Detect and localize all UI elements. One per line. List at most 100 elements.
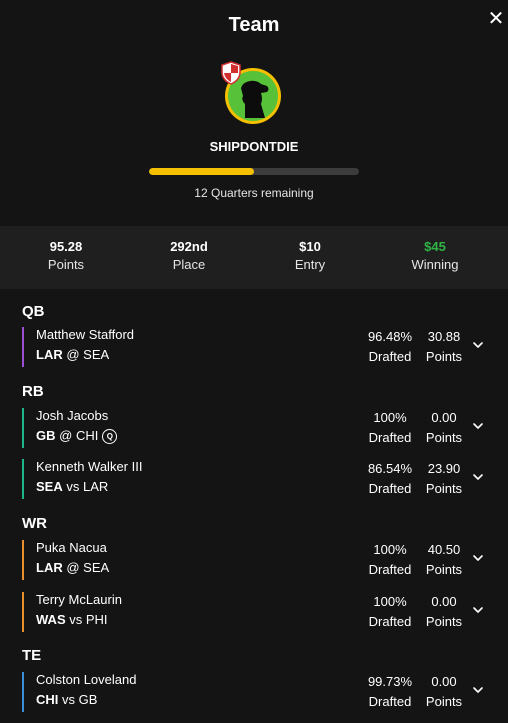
player-name: Josh Jacobs [36,408,109,423]
progress-fill [149,168,254,175]
points-label: Points [425,349,463,364]
position-color-bar [22,672,24,712]
opponent-team: GB [78,692,98,707]
player-matchup: LAR @ SEA [36,347,109,363]
drafted-value: 86.54% [367,461,413,476]
player-name: Puka Nacua [36,540,107,555]
section-title-qb: QB [22,303,45,320]
player-team: CHI [36,692,59,707]
drafted-column: 100% Drafted [360,408,420,448]
matchup-separator: vs [69,612,83,627]
position-color-bar [22,408,24,448]
stat-label: Winning [411,257,459,272]
section-title-te: TE [22,647,42,664]
player-row[interactable]: Colston Loveland CHI vs GB 99.73% Drafted… [22,672,498,712]
points-value: 0.00 [431,674,457,689]
player-name: Colston Loveland [36,672,137,687]
points-label: Points [425,481,463,496]
chevron-down-icon[interactable] [470,337,486,353]
chevron-down-icon[interactable] [470,682,486,698]
drafted-column: 99.73% Drafted [360,672,420,712]
points-value: 23.90 [427,461,461,476]
stat-value: $10 [299,239,321,254]
points-value: 40.50 [427,542,461,557]
drafted-label: Drafted [368,614,412,629]
matchup-separator: @ [66,347,80,362]
drafted-label: Drafted [368,694,412,709]
points-label: Points [425,430,463,445]
player-team: GB [36,428,56,443]
team-name: SHIPDONTDIE [209,139,299,154]
stat-value: 95.28 [49,239,83,254]
player-team: WAS [36,612,66,627]
opponent-team: PHI [85,612,108,627]
opponent-team: CHI [75,428,99,443]
player-matchup: GB @ CHI Q [36,428,118,444]
player-team: LAR [36,560,63,575]
drafted-label: Drafted [368,430,412,445]
player-name: Kenneth Walker III [36,459,143,474]
drafted-column: 86.54% Drafted [360,459,420,499]
stat-value: 292nd [170,239,208,254]
points-label: Points [425,694,463,709]
player-team: LAR [36,347,63,362]
player-row[interactable]: Josh Jacobs GB @ CHI Q 100% Drafted 0.00 Po… [22,408,498,448]
chevron-down-icon[interactable] [470,602,486,618]
drafted-value: 96.48% [367,329,413,344]
stat-label: Place [172,257,206,272]
chevron-down-icon[interactable] [470,418,486,434]
player-matchup: CHI vs GB [36,692,97,708]
stats-bar: 95.28 Points 292nd Place $10 Entry $45 W… [0,226,508,289]
matchup-separator: @ [59,428,73,443]
stat-value: $45 [424,239,446,254]
team-header: Team ✕ SHIPDONTDIE 12 Quarters remaining [0,0,508,226]
player-matchup: SEA vs LAR [36,479,108,495]
drafted-column: 100% Drafted [360,592,420,632]
player-row[interactable]: Matthew Stafford LAR @ SEA 96.48% Drafted… [22,327,498,367]
points-label: Points [425,614,463,629]
points-value: 0.00 [431,594,457,609]
opponent-team: SEA [83,347,110,362]
position-color-bar [22,327,24,367]
drafted-value: 99.73% [367,674,413,689]
points-column: 0.00 Points [420,408,468,448]
position-color-bar [22,540,24,580]
points-label: Points [425,562,463,577]
shield-icon [220,61,242,85]
player-matchup: WAS vs PHI [36,612,108,628]
player-row[interactable]: Terry McLaurin WAS vs PHI 100% Drafted 0.… [22,592,498,632]
player-name: Terry McLaurin [36,592,122,607]
matchup-separator: @ [66,560,80,575]
quarters-remaining: 12 Quarters remaining [194,186,314,200]
drafted-label: Drafted [368,481,412,496]
points-column: 23.90 Points [420,459,468,499]
player-matchup: LAR @ SEA [36,560,109,576]
stat-place: 292nd Place [129,238,249,275]
page-title: Team [228,14,280,36]
opponent-team: LAR [82,479,109,494]
section-title-wr: WR [22,515,47,532]
player-team: SEA [36,479,63,494]
points-column: 0.00 Points [420,672,468,712]
drafted-column: 100% Drafted [360,540,420,580]
position-color-bar [22,459,24,499]
drafted-label: Drafted [368,562,412,577]
stat-label: Points [47,257,85,272]
points-column: 0.00 Points [420,592,468,632]
chevron-down-icon[interactable] [470,550,486,566]
player-name: Matthew Stafford [36,327,135,342]
stat-winning: $45 Winning [375,238,495,275]
drafted-value: 100% [373,410,407,425]
progress-bar [149,168,359,175]
stat-points: 95.28 Points [6,238,126,275]
drafted-value: 100% [373,542,407,557]
matchup-separator: vs [62,692,76,707]
player-row[interactable]: Puka Nacua LAR @ SEA 100% Drafted 40.50 Po… [22,540,498,580]
position-color-bar [22,592,24,632]
close-icon[interactable]: ✕ [486,9,506,29]
player-row[interactable]: Kenneth Walker III SEA vs LAR 86.54% Draf… [22,459,498,499]
section-title-rb: RB [22,383,44,400]
drafted-value: 100% [373,594,407,609]
points-value: 30.88 [427,329,461,344]
chevron-down-icon[interactable] [470,469,486,485]
